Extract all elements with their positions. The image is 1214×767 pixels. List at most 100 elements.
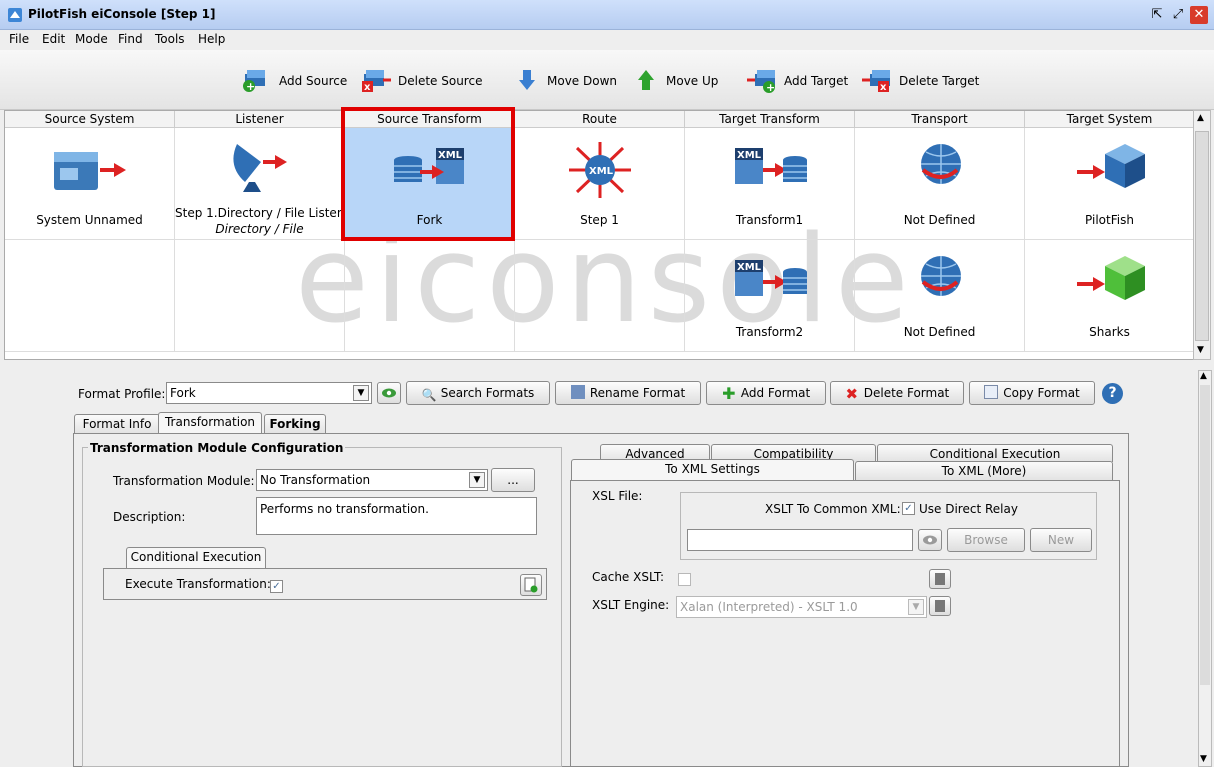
- scroll-thumb[interactable]: [1195, 131, 1209, 341]
- cell-empty[interactable]: [345, 240, 515, 352]
- add-target-icon: +: [747, 70, 775, 94]
- xsl-file-input[interactable]: [687, 529, 913, 551]
- maximize-icon[interactable]: ⤢: [1169, 6, 1187, 24]
- tab-forking[interactable]: Forking: [264, 414, 326, 434]
- format-profile-select[interactable]: Fork ▼: [166, 382, 372, 404]
- cell-target-system[interactable]: PilotFish: [1025, 128, 1193, 240]
- direct-relay-checkbox[interactable]: ✓: [902, 502, 915, 515]
- copy-icon: [984, 385, 999, 399]
- tab-to-xml-settings[interactable]: To XML Settings: [571, 459, 854, 481]
- header-target-transform: Target Transform: [685, 111, 855, 128]
- header-source-system: Source System: [5, 111, 175, 128]
- header-transport: Transport: [855, 111, 1025, 128]
- chevron-down-icon[interactable]: ▼: [908, 599, 924, 615]
- tab-conditional-execution-right[interactable]: Conditional Execution: [877, 444, 1113, 462]
- title-bar: PilotFish eiConsole [Step 1] ⇱ ⤢ ✕: [0, 0, 1214, 30]
- restore-icon[interactable]: ⇱: [1148, 6, 1166, 24]
- document-icon: [935, 600, 945, 612]
- module-config-section: [82, 447, 562, 767]
- add-source-button[interactable]: + Add Source: [242, 70, 352, 93]
- scroll-up-icon[interactable]: ▲: [1200, 371, 1207, 381]
- search-formats-button[interactable]: 🔍 Search Formats: [406, 381, 550, 405]
- cache-xslt-label: Cache XSLT:: [592, 570, 665, 584]
- tab-conditional-execution[interactable]: Conditional Execution: [126, 547, 266, 569]
- scroll-down-icon[interactable]: ▼: [1197, 345, 1204, 355]
- app-icon: [8, 8, 22, 22]
- section-title: Transformation Module Configuration: [88, 441, 346, 455]
- delete-format-button[interactable]: ✖ Delete Format: [830, 381, 964, 405]
- cell-transport-2[interactable]: Not Defined: [855, 240, 1025, 352]
- cell-route[interactable]: XML Step 1: [515, 128, 685, 240]
- cell-transport[interactable]: Not Defined: [855, 128, 1025, 240]
- chevron-down-icon[interactable]: ▼: [353, 385, 369, 401]
- view-profile-button[interactable]: [377, 382, 401, 404]
- browse-button[interactable]: Browse: [947, 528, 1025, 552]
- cache-xslt-checkbox[interactable]: [678, 573, 691, 586]
- cell-empty[interactable]: [5, 240, 175, 352]
- delete-source-button[interactable]: x Delete Source: [361, 70, 482, 93]
- menu-tools[interactable]: Tools: [155, 32, 185, 46]
- svg-text:x: x: [880, 82, 887, 93]
- svg-text:x: x: [364, 82, 371, 93]
- cell-target-transform-2[interactable]: XML Transform2: [685, 240, 855, 352]
- grid-scrollbar[interactable]: ▲ ▼: [1193, 110, 1211, 360]
- eye-icon: [382, 388, 396, 398]
- menu-help[interactable]: Help: [198, 32, 225, 46]
- xml-router-icon: XML: [569, 142, 631, 198]
- view-xsl-button[interactable]: [918, 529, 942, 551]
- blue-cube-icon: [1077, 144, 1145, 188]
- menu-file[interactable]: File: [9, 32, 29, 46]
- menu-edit[interactable]: Edit: [42, 32, 65, 46]
- svg-text:XML: XML: [737, 150, 762, 161]
- cell-empty[interactable]: [175, 240, 345, 352]
- cell-target-transform[interactable]: XML Transform1: [685, 128, 855, 240]
- module-browse-button[interactable]: ...: [491, 468, 535, 492]
- cell-listener[interactable]: Step 1.Directory / File Listener Directo…: [175, 128, 357, 240]
- search-icon: 🔍: [421, 388, 437, 402]
- tab-to-xml-more[interactable]: To XML (More): [855, 461, 1113, 481]
- module-label: Transformation Module:: [113, 474, 255, 488]
- cell-source-system[interactable]: System Unnamed: [5, 128, 175, 240]
- cell-empty[interactable]: [515, 240, 685, 352]
- chevron-down-icon[interactable]: ▼: [469, 472, 485, 488]
- rename-format-button[interactable]: Rename Format: [555, 381, 701, 405]
- scroll-up-icon[interactable]: ▲: [1197, 113, 1204, 123]
- window-title: PilotFish eiConsole [Step 1]: [28, 7, 216, 21]
- tab-transformation[interactable]: Transformation: [158, 412, 262, 434]
- add-source-icon: +: [243, 70, 265, 93]
- cell-target-system-2[interactable]: Sharks: [1025, 240, 1193, 352]
- cache-doc-button[interactable]: [929, 569, 951, 589]
- scroll-thumb[interactable]: [1200, 385, 1210, 685]
- arrow-up-icon: [638, 70, 654, 90]
- description-field[interactable]: Performs no transformation.: [256, 497, 537, 535]
- move-down-button[interactable]: Move Down: [515, 70, 617, 92]
- menu-find[interactable]: Find: [118, 32, 143, 46]
- xsl-file-label: XSL File:: [592, 489, 643, 503]
- svg-text:+: +: [246, 80, 255, 93]
- module-select[interactable]: No Transformation ▼: [256, 469, 488, 491]
- scroll-down-icon[interactable]: ▼: [1200, 754, 1207, 764]
- engine-doc-button[interactable]: [929, 596, 951, 616]
- tab-format-info[interactable]: Format Info: [74, 414, 160, 434]
- add-target-button[interactable]: + Add Target: [747, 70, 857, 94]
- toolbar: + Add Source x Delete Source Move Down M…: [0, 50, 1214, 110]
- menu-mode[interactable]: Mode: [75, 32, 108, 46]
- add-format-button[interactable]: ✚ Add Format: [706, 381, 826, 405]
- format-panel: Format Profile: Fork ▼ 🔍 Search Formats R…: [0, 364, 1214, 767]
- satellite-dish-icon: [233, 144, 287, 192]
- panel-scrollbar[interactable]: ▲ ▼: [1198, 370, 1212, 767]
- execute-checkbox[interactable]: ✓: [270, 580, 283, 593]
- xslt-engine-select[interactable]: Xalan (Interpreted) - XSLT 1.0 ▼: [676, 596, 927, 618]
- edit-icon: [570, 385, 585, 399]
- route-grid: eiconsole Source System Listener Source …: [4, 110, 1194, 360]
- new-button[interactable]: New: [1030, 528, 1092, 552]
- close-icon[interactable]: ✕: [1190, 6, 1208, 24]
- delete-target-button[interactable]: x Delete Target: [862, 70, 982, 93]
- edit-condition-button[interactable]: [520, 574, 542, 596]
- move-up-button[interactable]: Move Up: [634, 70, 724, 92]
- delete-source-icon: x: [362, 70, 391, 93]
- header-route: Route: [515, 111, 685, 128]
- menu-bar: File Edit Mode Find Tools Help: [0, 30, 1214, 50]
- help-icon[interactable]: ?: [1102, 383, 1123, 404]
- copy-format-button[interactable]: Copy Format: [969, 381, 1095, 405]
